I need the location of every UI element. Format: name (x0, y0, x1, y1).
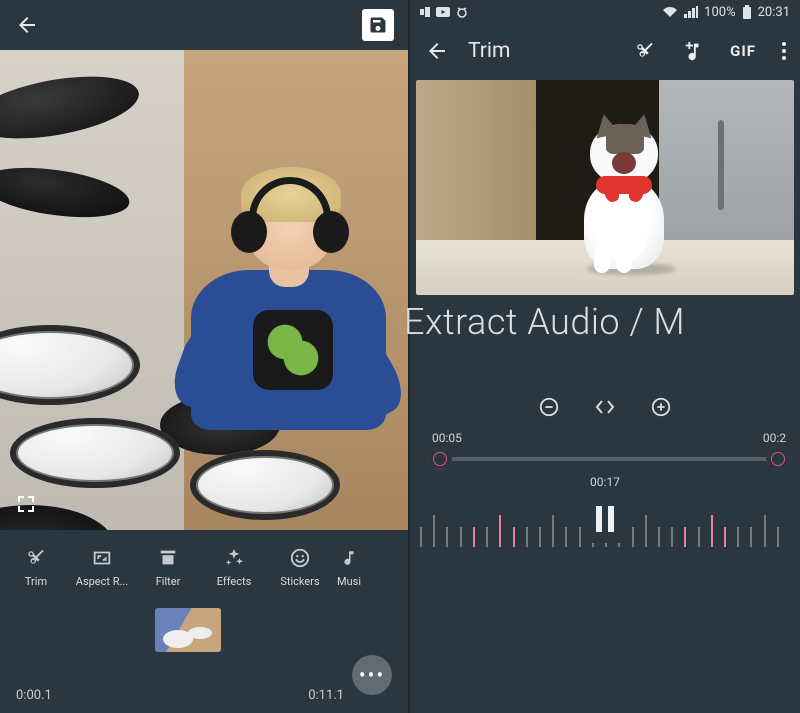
time-start: 0:00.1 (16, 688, 52, 703)
smiley-icon (289, 547, 311, 569)
aspect-ratio-icon (91, 547, 113, 569)
tool-effects[interactable]: Effects (202, 547, 266, 588)
tool-label: Effects (217, 575, 252, 588)
topbar: Trim GIF (410, 24, 800, 78)
trim-handle-end[interactable] (766, 447, 790, 471)
video-preview[interactable] (0, 50, 408, 530)
zoom-out-icon (538, 396, 560, 418)
tool-stickers[interactable]: Stickers (268, 547, 332, 588)
scissors-icon (634, 40, 656, 62)
zoom-out-button[interactable] (534, 392, 564, 422)
back-button[interactable] (424, 38, 450, 64)
battery-level: 100% (704, 5, 735, 20)
save-icon (368, 15, 388, 35)
fullscreen-button[interactable] (12, 490, 40, 518)
zoom-in-button[interactable] (646, 392, 676, 422)
alarm-icon (456, 6, 468, 18)
save-button[interactable] (362, 9, 394, 41)
signal-icon (684, 6, 698, 18)
tool-filter[interactable]: Filter (136, 547, 200, 588)
youtube-icon (436, 7, 450, 17)
filter-icon (157, 547, 179, 569)
topbar (0, 0, 408, 50)
code-toggle-button[interactable] (590, 392, 620, 422)
clip-thumbnail[interactable] (155, 608, 221, 652)
more-button[interactable]: ••• (352, 655, 392, 695)
trim-handle-start[interactable] (428, 447, 452, 471)
music-note-icon (340, 547, 358, 569)
tool-label: Stickers (280, 575, 319, 588)
tool-label: Musi (337, 575, 361, 588)
subtitle-text: Extract Audio / M (404, 301, 685, 343)
trim-current-time: 00:17 (590, 475, 620, 489)
time-end: 0:11.1 (308, 688, 344, 703)
back-button[interactable] (14, 12, 40, 38)
gif-label: GIF (730, 42, 756, 60)
battery-icon (742, 5, 752, 19)
expand-icon (14, 492, 38, 516)
add-music-button[interactable] (682, 40, 704, 62)
trim-track[interactable] (432, 457, 778, 461)
cat-figure (566, 124, 681, 269)
preview-scene (0, 50, 408, 530)
tool-label: Trim (25, 575, 47, 588)
tool-label: Filter (156, 575, 181, 588)
edit-toolbar: Trim Aspect R... Filter Effects Stickers… (0, 530, 408, 604)
trim-video-preview[interactable] (416, 80, 794, 295)
status-bar: 100% 20:31 (410, 0, 800, 24)
subtitle-area: Extract Audio / M (410, 295, 800, 385)
scrub-ruler[interactable] (410, 489, 800, 579)
tool-trim[interactable]: Trim (4, 547, 68, 588)
arrow-left-icon (15, 13, 39, 37)
trim-range[interactable]: 00:05 00:2 00:17 (410, 429, 800, 489)
phone-trim-screen: 100% 20:31 Trim GIF (410, 0, 800, 713)
sparkles-icon (223, 547, 245, 569)
ellipsis-icon: ••• (359, 663, 385, 687)
music-add-icon (682, 40, 704, 62)
scissors-icon (25, 547, 47, 569)
phone-editor-main: Trim Aspect R... Filter Effects Stickers… (0, 0, 410, 713)
clip-timeline[interactable]: 0:00.1 0:11.1 ••• (0, 604, 408, 713)
pause-button[interactable] (581, 495, 629, 543)
chevrons-icon (595, 399, 615, 415)
wifi-icon (662, 6, 678, 18)
tool-aspect-ratio[interactable]: Aspect R... (70, 547, 134, 588)
notification-icon (420, 7, 430, 17)
gif-button[interactable]: GIF (730, 42, 756, 60)
overflow-menu-button[interactable] (782, 42, 786, 60)
pause-icon (596, 506, 614, 532)
arrow-left-icon (425, 39, 449, 63)
zoom-controls (410, 385, 800, 429)
page-title: Trim (468, 39, 510, 63)
zoom-in-icon (650, 396, 672, 418)
trim-start-time: 00:05 (432, 431, 462, 445)
cut-button[interactable] (634, 40, 656, 62)
clock-time: 20:31 (758, 5, 790, 20)
tool-label: Aspect R... (76, 575, 128, 588)
tool-music[interactable]: Musi (334, 547, 364, 588)
trim-end-time: 00:2 (763, 431, 786, 445)
